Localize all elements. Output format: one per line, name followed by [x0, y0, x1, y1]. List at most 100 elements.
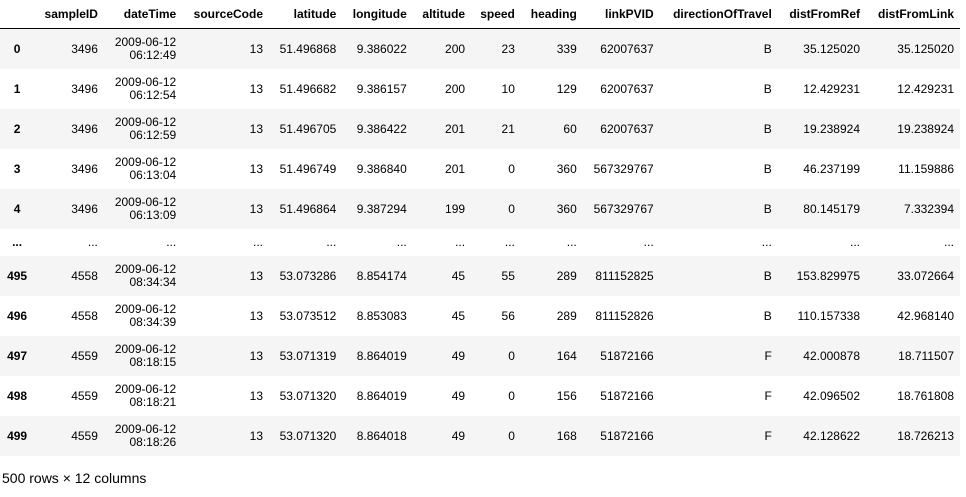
cell-heading: 360 — [556, 161, 577, 176]
cell-latitude: 53.071319 — [269, 335, 343, 376]
cell-distFromLink: 12.429231 — [897, 81, 954, 96]
cell-distFromRef: 42.096502 — [803, 388, 860, 403]
dataframe-shape-summary: 500 rows × 12 columns — [2, 470, 147, 486]
cell-altitude: 201 — [412, 108, 472, 149]
cell-linkPVID: 62007637 — [582, 28, 660, 69]
dataframe-output: sampleID dateTime sourceCode latitude lo… — [0, 0, 966, 497]
cell-linkPVID: 567329767 — [582, 188, 660, 229]
cell-longitude: 8.864019 — [356, 388, 407, 403]
column-header-speed: speed — [471, 0, 521, 29]
cell-sampleID: 3496 — [71, 161, 98, 176]
cell-linkPVID: 811152825 — [582, 255, 660, 296]
cell-heading: ... — [566, 235, 577, 249]
cell-time: 08:18:26 — [129, 434, 177, 449]
cell-distFromLink: 18.726213 — [866, 415, 960, 456]
cell-distFromLink: 18.711507 — [866, 335, 960, 376]
cell-linkPVID: 51872166 — [582, 415, 660, 456]
cell-speed: 10 — [501, 81, 515, 96]
cell-linkPVID: ... — [643, 235, 654, 249]
cell-dateTime: ... — [104, 229, 182, 256]
cell-linkPVID: 62007637 — [582, 108, 660, 149]
cell-sampleID: 3496 — [34, 188, 104, 229]
cell-latitude: 53.071320 — [269, 415, 343, 456]
cell-longitude: 8.864018 — [342, 415, 413, 456]
cell-distFromLink: 19.238924 — [866, 108, 960, 149]
column-header-distFromRef: distFromRef — [777, 0, 866, 29]
cell-sourceCode: 13 — [182, 28, 269, 69]
cell-distFromLink: 42.968140 — [897, 308, 954, 323]
table-row: 495 4558 2009-06-12 08:34:34 13 53.073286 8.85… — [0, 255, 960, 296]
cell-date: 2009-06-12 — [114, 154, 177, 169]
cell-date: 2009-06-12 — [114, 114, 177, 129]
cell-sampleID: 4559 — [71, 388, 98, 403]
cell-longitude: 9.386840 — [356, 161, 407, 176]
cell-distFromRef: 42.128622 — [777, 415, 866, 456]
cell-dateTime: 2009-06-12 06:12:54 — [104, 69, 182, 109]
cell-dateTime: 2009-06-12 08:18:15 — [103, 335, 183, 376]
cell-longitude: 9.386022 — [342, 28, 413, 69]
cell-sourceCode: 13 — [249, 161, 263, 176]
index-header — [0, 0, 35, 29]
cell-distFromRef: 80.145179 — [777, 188, 866, 229]
cell-directionOfTravel: F — [659, 415, 778, 456]
header-row: sampleID dateTime sourceCode latitude lo… — [0, 0, 960, 29]
cell-distFromRef: 35.125020 — [777, 28, 866, 69]
cell-longitude: 9.386157 — [356, 81, 407, 96]
column-header-altitude: altitude — [412, 0, 472, 29]
cell-latitude: 51.496749 — [279, 161, 337, 176]
cell-time: 08:18:15 — [129, 354, 177, 369]
cell-altitude: ... — [455, 235, 466, 249]
row-index: 4 — [0, 188, 35, 229]
cell-distFromRef: 153.829975 — [777, 255, 866, 296]
cell-longitude: 9.387294 — [342, 188, 413, 229]
column-header-dateTime: dateTime — [103, 0, 183, 29]
cell-directionOfTravel: B — [659, 188, 778, 229]
column-header-sourceCode: sourceCode — [182, 0, 269, 29]
cell-date: 2009-06-12 — [114, 421, 177, 436]
cell-linkPVID: 62007637 — [600, 81, 654, 96]
cell-distFromLink: 33.072664 — [866, 255, 960, 296]
column-header-heading: heading — [520, 0, 583, 29]
row-index: 495 — [0, 255, 35, 296]
cell-distFromRef: 42.000878 — [777, 335, 866, 376]
cell-sampleID: 4558 — [34, 255, 104, 296]
cell-date: 2009-06-12 — [114, 194, 177, 209]
cell-speed: 0 — [508, 388, 515, 403]
cell-speed: 21 — [471, 108, 521, 149]
row-index: 496 — [7, 308, 28, 323]
cell-altitude: 200 — [445, 81, 466, 96]
cell-heading: 360 — [520, 188, 583, 229]
cell-sourceCode: 13 — [182, 188, 269, 229]
table-row: 3 3496 2009-06-12 06:13:04 13 51.496749 9.3868… — [0, 149, 960, 189]
cell-directionOfTravel: B — [763, 161, 772, 176]
cell-longitude: 8.864019 — [342, 335, 413, 376]
column-header-distFromLink: distFromLink — [866, 0, 960, 29]
cell-distFromRef: ... — [849, 235, 860, 249]
table-body: 0 3496 2009-06-12 06:12:49 13 51.496868 9.3860… — [0, 28, 960, 456]
table-row: 497 4559 2009-06-12 08:18:15 13 53.071319 8.86… — [0, 335, 960, 376]
cell-heading: 129 — [556, 81, 577, 96]
cell-date: 2009-06-12 — [114, 301, 177, 316]
cell-directionOfTravel: ... — [761, 235, 772, 249]
table-row: 1 3496 2009-06-12 06:12:54 13 51.496682 9.3861… — [0, 69, 960, 109]
row-index: 499 — [0, 415, 35, 456]
cell-dateTime: 2009-06-12 08:18:21 — [104, 376, 182, 416]
cell-heading: 168 — [520, 415, 583, 456]
cell-time: 06:12:59 — [129, 127, 177, 142]
row-index: ... — [12, 235, 23, 249]
row-index: 498 — [7, 388, 28, 403]
row-index: 2 — [0, 108, 35, 149]
cell-directionOfTravel: B — [659, 28, 778, 69]
cell-distFromLink: 18.761808 — [897, 388, 954, 403]
cell-directionOfTravel: B — [763, 308, 772, 323]
cell-latitude: ... — [326, 235, 337, 249]
table-row: 4 3496 2009-06-12 06:13:09 13 51.496864 9.3872… — [0, 188, 960, 229]
cell-distFromLink: 35.125020 — [866, 28, 960, 69]
cell-dateTime: 2009-06-12 06:13:09 — [103, 188, 183, 229]
cell-directionOfTravel: B — [763, 81, 772, 96]
cell-altitude: 49 — [412, 335, 472, 376]
cell-dateTime: 2009-06-12 06:13:04 — [104, 149, 182, 189]
cell-sourceCode: ... — [252, 235, 263, 249]
cell-time: 06:13:09 — [129, 207, 177, 222]
cell-longitude: ... — [396, 235, 407, 249]
